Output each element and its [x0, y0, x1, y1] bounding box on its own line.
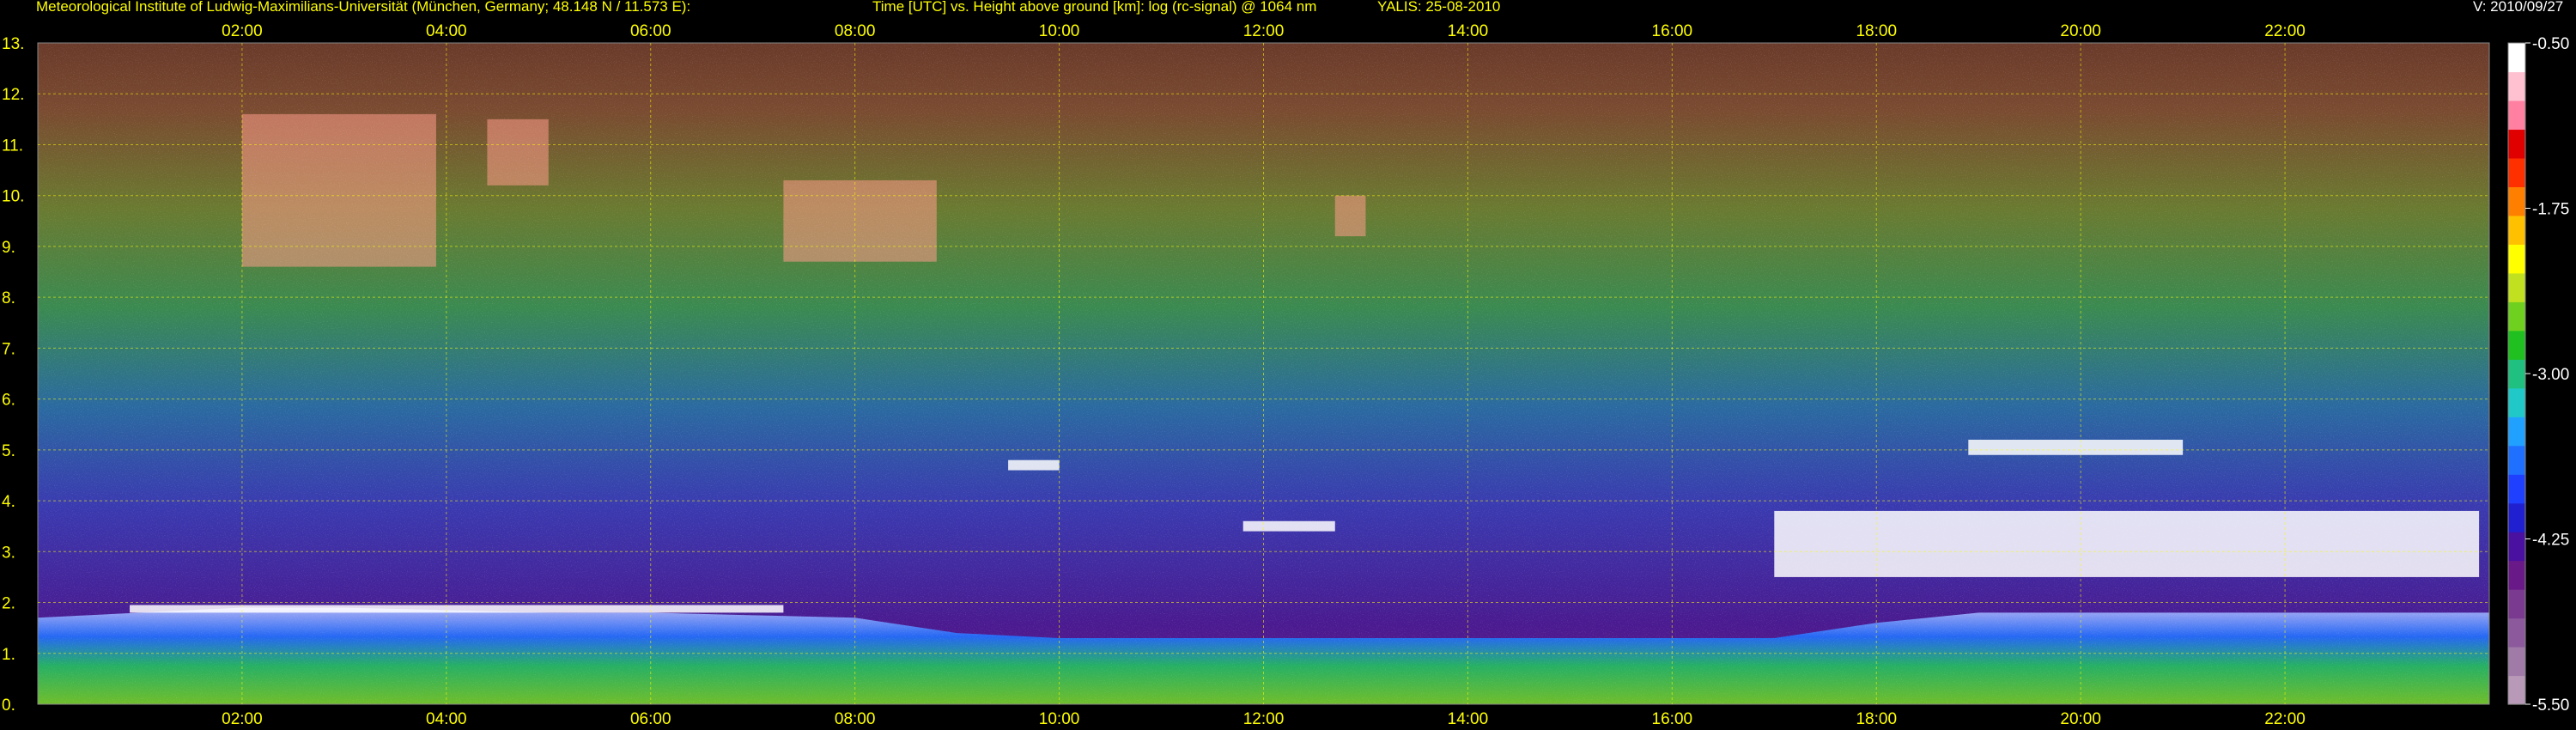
- colorbar-segment-12: [2508, 330, 2525, 360]
- x-tick-label-top-6: 14:00: [1448, 22, 1489, 40]
- y-tick-label-11: 11.: [2, 137, 23, 155]
- y-tick-label-13: 13.: [2, 35, 24, 53]
- colorbar-segment-19: [2508, 129, 2525, 159]
- y-tick-label-12: 12.: [2, 86, 24, 104]
- x-tick-label-bottom-1: 04:00: [426, 710, 467, 728]
- x-tick-label-bottom-5: 12:00: [1243, 710, 1285, 728]
- x-tick-label-top-2: 06:00: [630, 22, 671, 40]
- colorbar-segment-1: [2508, 647, 2525, 677]
- colorbar-tick-label-3: -4.25: [2532, 532, 2569, 550]
- x-tick-label-bottom-8: 18:00: [1856, 710, 1897, 728]
- x-tick-label-bottom-7: 16:00: [1652, 710, 1693, 728]
- y-tick-label-7: 7.: [2, 340, 15, 358]
- y-tick-label-8: 8.: [2, 289, 15, 307]
- x-tick-label-top-10: 22:00: [2264, 22, 2306, 40]
- y-tick-label-6: 6.: [2, 392, 15, 410]
- x-tick-label-bottom-6: 14:00: [1448, 710, 1489, 728]
- colorbar-segment-10: [2508, 387, 2525, 417]
- colorbar-segment-8: [2508, 445, 2525, 475]
- colorbar-tick-label-4: -5.50: [2532, 697, 2569, 715]
- x-tick-label-bottom-0: 02:00: [222, 710, 263, 728]
- y-tick-label-0: 0.: [2, 697, 15, 715]
- colorbar-segment-2: [2508, 617, 2525, 648]
- y-tick-label-3: 3.: [2, 544, 15, 562]
- colorbar-segment-18: [2508, 157, 2525, 187]
- x-tick-label-top-8: 18:00: [1856, 22, 1897, 40]
- colorbar-segment-15: [2508, 244, 2525, 274]
- y-tick-label-4: 4.: [2, 493, 15, 511]
- y-tick-label-1: 1.: [2, 646, 15, 664]
- lidar-backscatter-chart: 02:00 02:00 04:00 04:00 06:00 06:00 08:00 08:00…: [2, 22, 2569, 728]
- y-tick-label-10: 10.: [2, 188, 24, 206]
- x-tick-label-bottom-9: 20:00: [2060, 710, 2101, 728]
- colorbar-segment-4: [2508, 560, 2525, 590]
- colorbar-segment-17: [2508, 186, 2525, 216]
- colorbar-segment-11: [2508, 359, 2525, 389]
- x-tick-label-top-3: 08:00: [835, 22, 876, 40]
- colorbar-segment-16: [2508, 215, 2525, 245]
- colorbar-segment-3: [2508, 589, 2525, 619]
- y-tick-label-2: 2.: [2, 595, 15, 613]
- x-tick-label-top-0: 02:00: [222, 22, 263, 40]
- x-tick-label-top-4: 10:00: [1039, 22, 1080, 40]
- colorbar-segment-14: [2508, 272, 2525, 302]
- x-tick-label-bottom-10: 22:00: [2264, 710, 2306, 728]
- colorbar-segment-22: [2508, 43, 2525, 73]
- y-tick-label-5: 5.: [2, 442, 15, 460]
- colorbar-segment-6: [2508, 502, 2525, 532]
- colorbar-tick-label-2: -3.00: [2532, 366, 2569, 384]
- colorbar-tick-label-0: -0.50: [2532, 35, 2569, 53]
- colorbar-segment-7: [2508, 474, 2525, 504]
- colorbar-segment-20: [2508, 100, 2525, 131]
- x-tick-label-bottom-2: 06:00: [630, 710, 671, 728]
- colorbar-segment-5: [2508, 532, 2525, 562]
- y-tick-label-9: 9.: [2, 239, 15, 257]
- colorbar-segment-21: [2508, 71, 2525, 101]
- colorbar-segment-13: [2508, 301, 2525, 332]
- colorbar-segment-9: [2508, 417, 2525, 447]
- colorbar-tick-label-1: -1.75: [2532, 201, 2569, 219]
- colorbar-segment-0: [2508, 675, 2525, 705]
- x-tick-label-top-9: 20:00: [2060, 22, 2101, 40]
- x-tick-label-top-7: 16:00: [1652, 22, 1693, 40]
- x-tick-label-bottom-4: 10:00: [1039, 710, 1080, 728]
- x-tick-label-top-1: 04:00: [426, 22, 467, 40]
- x-tick-label-top-5: 12:00: [1243, 22, 1285, 40]
- x-tick-label-bottom-3: 08:00: [835, 710, 876, 728]
- lidar-quicklook: Meteorological Institute of Ludwig-Maxim…: [0, 0, 2576, 730]
